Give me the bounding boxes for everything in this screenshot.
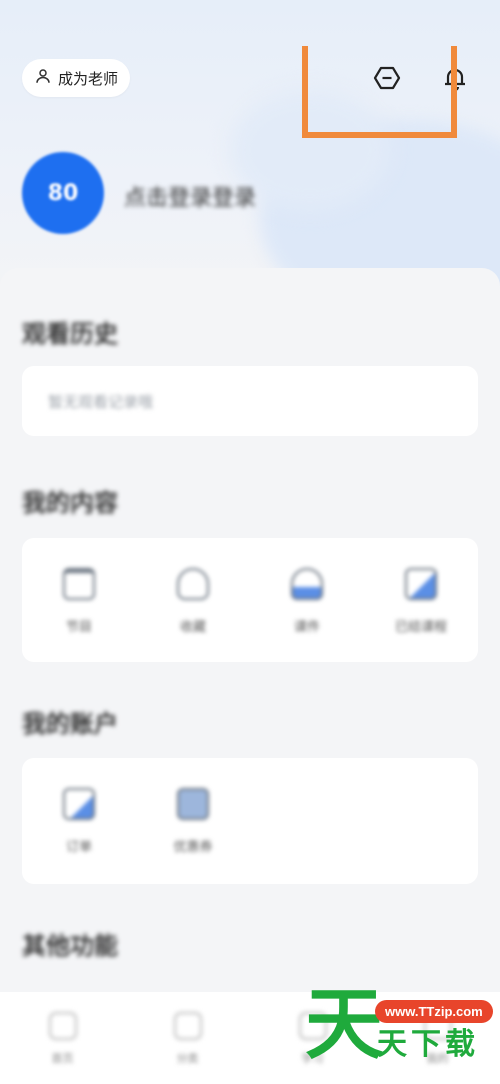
account-item[interactable]: 订单 — [22, 758, 136, 855]
highlight-annotation — [302, 46, 457, 138]
cloud-icon — [291, 568, 323, 600]
watermark-logo: 天 www.TTzip.com 天下载 — [305, 986, 500, 1084]
account-item-label: 优惠券 — [173, 840, 213, 855]
category-icon — [173, 1012, 202, 1040]
history-card[interactable]: 暂无观看记录哦 — [22, 366, 478, 436]
account-item[interactable]: 优惠券 — [136, 758, 250, 855]
become-teacher-label: 成为老师 — [58, 69, 119, 88]
content-item[interactable]: 节目 — [22, 538, 136, 635]
content-item[interactable]: 收藏 — [136, 538, 250, 635]
home-icon — [48, 1012, 77, 1040]
document-icon — [405, 568, 437, 600]
watermark-big-char: 天 — [305, 980, 384, 1070]
coupon-icon — [177, 788, 209, 820]
content-item[interactable]: 课件 — [250, 538, 364, 635]
section-title-history: 观看历史 — [22, 320, 118, 348]
watermark-url: www.TTzip.com — [375, 1000, 493, 1023]
content-item[interactable]: 已结课程 — [364, 538, 478, 635]
calendar-icon — [63, 568, 95, 600]
order-icon — [63, 788, 95, 820]
content-item-label: 课件 — [293, 620, 320, 635]
section-title-my-content: 我的内容 — [22, 489, 118, 517]
become-teacher-button[interactable]: 成为老师 — [22, 59, 131, 97]
section-title-other: 其他功能 — [22, 932, 118, 960]
my-account-card: 订单 优惠券 — [22, 758, 478, 884]
star-icon — [177, 568, 209, 600]
avatar-initials: 80 — [47, 180, 79, 206]
hero-background — [0, 0, 500, 300]
my-content-card: 节目 收藏 课件 已结课程 — [22, 538, 478, 662]
nickname[interactable]: 点击登录登录 — [124, 180, 256, 212]
history-placeholder: 暂无观看记录哦 — [48, 392, 154, 411]
tab-label: 分类 — [176, 1052, 199, 1065]
tab-label: 首页 — [51, 1052, 74, 1065]
avatar[interactable]: 80 — [22, 152, 104, 234]
content-item-label: 节目 — [65, 620, 92, 635]
watermark-text: 天下载 — [377, 1027, 479, 1062]
section-title-my-account: 我的账户 — [22, 710, 118, 738]
tab-home[interactable]: 首页 — [0, 992, 125, 1084]
tab-category[interactable]: 分类 — [125, 992, 250, 1084]
account-item-label: 订单 — [65, 840, 92, 855]
content-item-label: 已结课程 — [394, 620, 447, 635]
user-icon — [34, 67, 52, 89]
content-item-label: 收藏 — [179, 620, 206, 635]
